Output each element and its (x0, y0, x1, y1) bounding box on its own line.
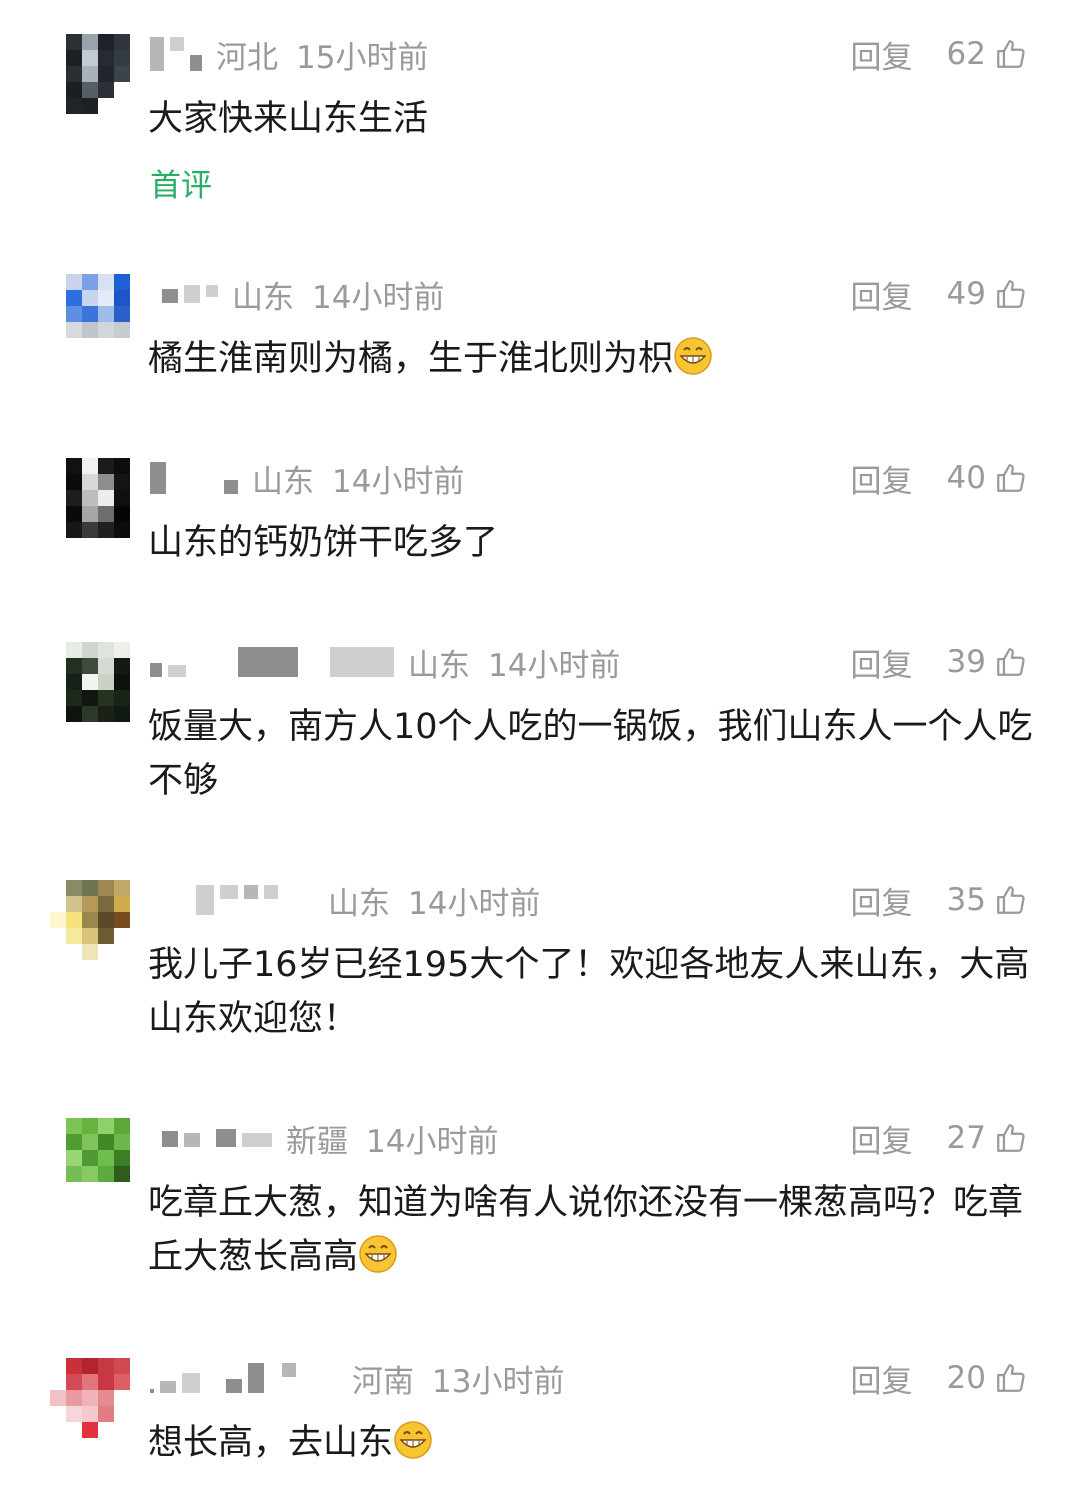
nickname-blurred[interactable] (162, 1129, 272, 1147)
reply-button[interactable]: 回复 (851, 1116, 913, 1161)
comment-text: 橘生淮南则为橘，生于淮北则为枳 (148, 332, 1033, 386)
thumbs-up-icon[interactable] (994, 1121, 1028, 1155)
avatar[interactable] (50, 880, 130, 962)
reply-button[interactable]: 回复 (851, 32, 913, 77)
comment-actions: 回复 35 (851, 878, 1028, 923)
comment-meta: 山东 14小时前 (196, 880, 541, 922)
comment-meta: 山东 14小时前 (150, 642, 621, 684)
avatar[interactable] (66, 642, 130, 724)
comment-actions: 回复 39 (851, 640, 1028, 685)
region-label: 山东 (328, 885, 390, 922)
time-label: 14小时前 (332, 463, 465, 500)
thumbs-up-icon[interactable] (994, 883, 1028, 917)
nickname-blurred[interactable] (162, 285, 218, 303)
comment-actions: 回复 27 (851, 1116, 1028, 1161)
thumbs-up-icon[interactable] (994, 277, 1028, 311)
comment-meta: 山东 14小时前 (162, 274, 445, 316)
like-count: 40 (946, 460, 986, 496)
time-label: 14小时前 (312, 279, 445, 316)
region-label: 山东 (232, 279, 294, 316)
reply-button[interactable]: 回复 (851, 272, 913, 317)
comment-actions: 回复 49 (851, 272, 1028, 317)
comment-text-body: 吃章丘大葱，知道为啥有人说你还没有一棵葱高吗？吃章丘大葱长高高 (148, 1183, 1024, 1277)
comment-text-body: 想长高，去山东 (148, 1423, 394, 1463)
comment-meta: 新疆 14小时前 (162, 1118, 499, 1160)
comment-text: 大家快来山东生活 (148, 99, 429, 139)
time-label: 14小时前 (366, 1123, 499, 1160)
comment-meta: 河北 15小时前 (150, 34, 429, 76)
nickname-blurred[interactable] (150, 37, 202, 71)
region-label: 新疆 (286, 1123, 348, 1160)
avatar[interactable] (66, 1118, 130, 1200)
reply-button[interactable]: 回复 (851, 640, 913, 685)
comment-text: 山东的钙奶饼干吃多了 (148, 523, 499, 563)
thumbs-up-icon[interactable] (994, 645, 1028, 679)
nickname-blurred[interactable] (196, 885, 314, 915)
thumbs-up-icon[interactable] (994, 1361, 1028, 1395)
first-comment-badge: 首评 (150, 168, 212, 204)
nickname-blurred[interactable] (150, 1363, 338, 1393)
comment-text: 饭量大，南方人10个人吃的一锅饭，我们山东人一个人吃不够 (148, 707, 1033, 801)
grinning-face-icon (394, 1421, 432, 1459)
nickname-blurred[interactable] (150, 462, 238, 494)
comment-actions: 回复 40 (851, 456, 1028, 501)
like-count: 35 (946, 882, 986, 918)
time-label: 14小时前 (488, 647, 621, 684)
thumbs-up-icon[interactable] (994, 461, 1028, 495)
region-label: 山东 (252, 463, 314, 500)
avatar[interactable] (66, 34, 130, 116)
comment-text: 我儿子16岁已经195大个了！欢迎各地友人来山东，大高山东欢迎您！ (148, 945, 1030, 1039)
reply-button[interactable]: 回复 (851, 1356, 913, 1401)
like-count: 27 (946, 1120, 986, 1156)
avatar[interactable] (66, 458, 130, 544)
time-label: 14小时前 (408, 885, 541, 922)
comment-text-body: 橘生淮南则为橘，生于淮北则为枳 (148, 339, 674, 379)
like-count: 20 (946, 1360, 986, 1396)
avatar[interactable] (66, 274, 130, 356)
avatar[interactable] (50, 1358, 130, 1446)
region-label: 河北 (216, 39, 278, 76)
thumbs-up-icon[interactable] (994, 37, 1028, 71)
reply-button[interactable]: 回复 (851, 456, 913, 501)
like-count: 62 (946, 36, 986, 72)
region-label: 河南 (352, 1363, 414, 1400)
like-count: 49 (946, 276, 986, 312)
reply-button[interactable]: 回复 (851, 878, 913, 923)
comment-meta: 山东 14小时前 (150, 458, 465, 500)
time-label: 13小时前 (432, 1363, 565, 1400)
comment-text: 想长高，去山东 (148, 1416, 1033, 1470)
grinning-face-icon (359, 1235, 397, 1273)
like-count: 39 (946, 644, 986, 680)
comment-meta: 河南 13小时前 (150, 1358, 565, 1400)
nickname-blurred[interactable] (150, 647, 394, 677)
comment-actions: 回复 62 (851, 32, 1028, 77)
comment-actions: 回复 20 (851, 1356, 1028, 1401)
time-label: 15小时前 (296, 39, 429, 76)
comment-text: 吃章丘大葱，知道为啥有人说你还没有一棵葱高吗？吃章丘大葱长高高 (148, 1176, 1033, 1284)
grinning-face-icon (674, 337, 712, 375)
region-label: 山东 (408, 647, 470, 684)
